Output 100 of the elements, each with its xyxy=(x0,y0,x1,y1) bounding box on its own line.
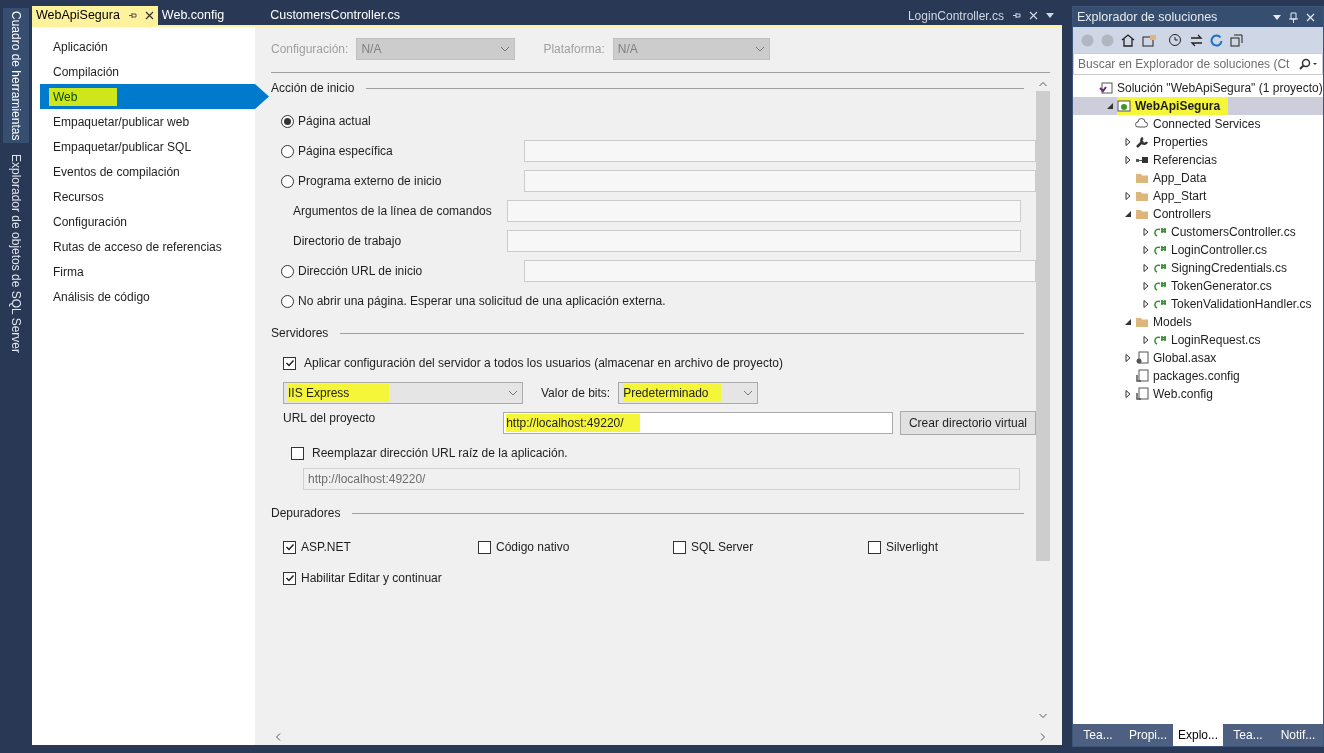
checkbox[interactable] xyxy=(283,356,296,370)
text-field[interactable] xyxy=(507,200,1021,222)
tree-item[interactable]: packages.config xyxy=(1073,367,1323,385)
nav-item[interactable]: Configuración xyxy=(40,209,269,234)
dropdown-arrow-icon[interactable] xyxy=(1273,14,1281,20)
nav-item[interactable]: Empaquetar/publicar web xyxy=(40,109,269,134)
expand-arrow-icon[interactable] xyxy=(1142,282,1150,290)
tree-item-label: packages.config xyxy=(1153,368,1240,385)
radio-button[interactable] xyxy=(281,264,294,278)
folder-icon xyxy=(1135,189,1149,203)
tree-item[interactable]: App_Data xyxy=(1073,169,1323,187)
collapse-arrow-icon[interactable] xyxy=(1106,102,1114,110)
nav-item[interactable]: Análisis de código xyxy=(40,284,269,309)
home-icon[interactable] xyxy=(1121,33,1135,47)
tree-item[interactable]: LoginController.cs xyxy=(1073,241,1323,259)
panel-tab[interactable]: Propi... xyxy=(1123,724,1173,746)
side-tab[interactable]: Cuadro de herramientas xyxy=(3,8,29,144)
radio-button[interactable] xyxy=(281,114,294,128)
tree-item[interactable]: Connected Services xyxy=(1073,115,1323,133)
search-field[interactable]: Buscar en Explorador de soluciones (Ct xyxy=(1073,53,1323,75)
expand-arrow-icon[interactable] xyxy=(1124,354,1132,362)
search-icon[interactable] xyxy=(1298,58,1318,70)
tree-item[interactable]: App_Start xyxy=(1073,187,1323,205)
radio-button[interactable] xyxy=(281,144,294,158)
checkbox-label: Silverlight xyxy=(886,539,939,556)
radio-button[interactable] xyxy=(281,174,294,188)
expand-arrow-icon[interactable] xyxy=(1124,156,1132,164)
expand-arrow-icon[interactable] xyxy=(1142,336,1150,344)
tree-item[interactable]: Properties xyxy=(1073,133,1323,151)
tree-item-label: Global.asax xyxy=(1153,350,1217,367)
tree-item[interactable]: Web.config xyxy=(1073,385,1323,403)
close-icon[interactable] xyxy=(144,11,154,20)
expand-arrow-icon[interactable] xyxy=(1124,390,1132,398)
checkbox[interactable] xyxy=(291,446,304,460)
checkbox-label: ASP.NET xyxy=(301,539,351,556)
tree-item[interactable]: Global.asax xyxy=(1073,349,1323,367)
url-field[interactable]: http://localhost:49220/ xyxy=(503,412,893,434)
tree-item[interactable]: WebApiSegura xyxy=(1073,97,1323,115)
tree-item[interactable]: Solución "WebApiSegura" (1 proyecto) xyxy=(1073,79,1323,97)
field-label: URL del proyecto xyxy=(283,410,377,427)
tree-item[interactable]: TokenValidationHandler.cs xyxy=(1073,295,1323,313)
tree-item[interactable]: Models xyxy=(1073,313,1323,331)
checkbox[interactable] xyxy=(868,540,881,554)
expand-arrow-icon[interactable] xyxy=(1142,264,1150,272)
tree-item[interactable]: CustomersController.cs xyxy=(1073,223,1323,241)
checkbox[interactable] xyxy=(478,540,491,554)
dropdown[interactable]: IIS Express xyxy=(283,382,523,404)
expand-arrow-icon[interactable] xyxy=(1124,192,1132,200)
clock-icon[interactable] xyxy=(1167,33,1183,47)
radio-label: Página específica xyxy=(298,143,394,159)
tree-item[interactable]: TokenGenerator.cs xyxy=(1073,277,1323,295)
text-field[interactable] xyxy=(524,260,1036,282)
tree-item[interactable]: SigningCredentials.cs xyxy=(1073,259,1323,277)
radio-button[interactable] xyxy=(281,294,294,308)
create-directory-button[interactable]: Crear directorio virtual xyxy=(899,411,1036,435)
section-title: Acción de inicio xyxy=(271,80,355,97)
solution-icon xyxy=(1099,81,1113,95)
panel-title: Explorador de soluciones xyxy=(1077,8,1218,26)
nav-item[interactable]: Rutas de acceso de referencias xyxy=(40,234,269,259)
tree-item-label: Solución "WebApiSegura" (1 proyecto) xyxy=(1117,80,1323,97)
expand-arrow-icon[interactable] xyxy=(1142,246,1150,254)
checkbox-label: Código nativo xyxy=(496,539,570,556)
dropdown[interactable]: Predeterminado xyxy=(618,382,759,404)
panel-tab[interactable]: Notif... xyxy=(1273,724,1323,746)
collapse-all-icon[interactable] xyxy=(1230,33,1243,47)
dropdown-arrow-icon[interactable] xyxy=(1046,13,1054,18)
nav-item[interactable]: Compilación xyxy=(40,59,269,84)
refresh-icon[interactable] xyxy=(1210,33,1223,47)
checkbox[interactable] xyxy=(673,540,686,554)
panel-tab[interactable]: Explo... xyxy=(1173,724,1223,746)
nav-item[interactable]: Eventos de compilación xyxy=(40,159,269,184)
tree-item[interactable]: LoginRequest.cs xyxy=(1073,331,1323,349)
folder-icon xyxy=(1135,315,1149,329)
panel-tab[interactable]: Tea... xyxy=(1073,724,1123,746)
checkbox[interactable] xyxy=(283,540,296,554)
field-label: Plataforma: xyxy=(543,41,605,58)
nav-item[interactable]: Firma xyxy=(40,259,269,284)
tree-item[interactable]: Referencias xyxy=(1073,151,1323,169)
nav-item[interactable]: Recursos xyxy=(40,184,269,209)
checkbox[interactable] xyxy=(283,571,296,585)
expand-arrow-icon[interactable] xyxy=(1124,138,1132,146)
collapse-arrow-icon[interactable] xyxy=(1124,318,1132,326)
url-field[interactable]: http://localhost:49220/ xyxy=(303,468,1020,490)
folder-icon xyxy=(1135,171,1149,185)
text-field[interactable] xyxy=(524,140,1036,162)
document-tab[interactable]: LoginController.cs xyxy=(907,6,1004,25)
text-field[interactable] xyxy=(524,170,1036,192)
expand-arrow-icon[interactable] xyxy=(1142,300,1150,308)
document-tab[interactable]: WebApiSegura xyxy=(32,6,158,25)
collapse-arrow-icon[interactable] xyxy=(1124,210,1132,218)
nav-item[interactable]: Web xyxy=(40,84,269,109)
pin-icon[interactable] xyxy=(127,11,137,20)
swap-icon[interactable] xyxy=(1190,33,1203,47)
text-field[interactable] xyxy=(507,230,1021,252)
expand-arrow-icon[interactable] xyxy=(1142,228,1150,236)
tree-item[interactable]: Controllers xyxy=(1073,205,1323,223)
panel-tab[interactable]: Tea... xyxy=(1223,724,1273,746)
side-tab[interactable]: Explorador de objetos de SQL Server xyxy=(3,151,29,357)
nav-item[interactable]: Aplicación xyxy=(40,34,269,59)
nav-item[interactable]: Empaquetar/publicar SQL xyxy=(40,134,269,159)
